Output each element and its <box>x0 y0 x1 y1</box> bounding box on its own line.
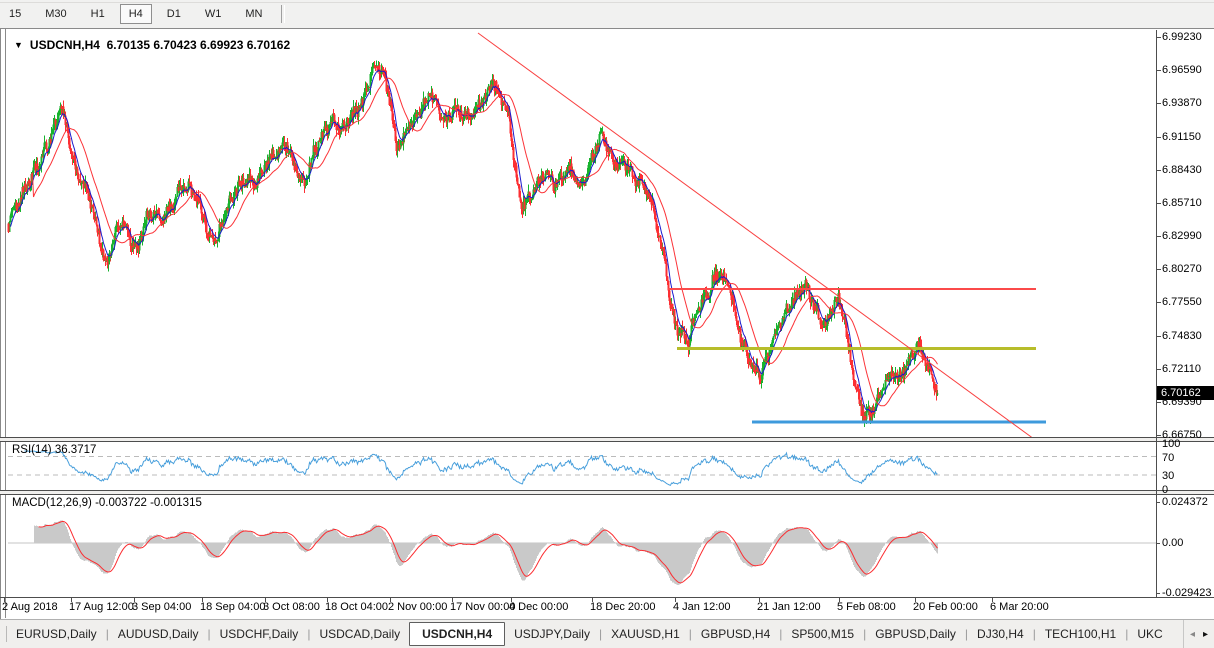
y-axis-tick <box>1156 435 1161 436</box>
y-axis-tick <box>1156 402 1161 403</box>
x-axis-tick <box>327 598 328 602</box>
x-axis-label: 18 Oct 04:00 <box>325 601 388 613</box>
x-axis-tick <box>4 598 5 602</box>
macd-panel-top-border <box>0 494 1214 495</box>
x-axis-label: 20 Feb 00:00 <box>913 601 978 613</box>
y-axis-label: 6.96590 <box>1162 64 1202 77</box>
x-axis-label: 2 Nov 00:00 <box>388 601 448 613</box>
y-axis-tick <box>1156 236 1161 237</box>
macd-scale-label: 0.00 <box>1162 537 1184 549</box>
x-axis-tick <box>592 598 593 602</box>
chart-dropdown-icon[interactable]: ▼ <box>14 40 23 50</box>
x-axis-label: 17 Aug 12:00 <box>69 601 134 613</box>
x-axis-label: 18 Dec 20:00 <box>590 601 656 613</box>
rsi-label: RSI(14) 36.3717 <box>12 444 97 456</box>
x-axis-tick <box>134 598 135 602</box>
y-axis-tick <box>1156 103 1161 104</box>
x-axis-label: 21 Jan 12:00 <box>757 601 821 613</box>
x-axis-tick <box>839 598 840 602</box>
x-axis-tick <box>675 598 676 602</box>
x-axis-label: 3 Sep 04:00 <box>132 601 192 613</box>
chart-canvas[interactable] <box>0 0 1214 647</box>
y-axis-label: 6.72110 <box>1162 362 1201 375</box>
macd-histogram <box>33 520 939 586</box>
rsi-line <box>24 450 938 486</box>
x-axis-tick <box>915 598 916 602</box>
y-axis-label: 6.80270 <box>1162 263 1202 276</box>
x-axis-tick <box>390 598 391 602</box>
x-axis-label: 5 Feb 08:00 <box>837 601 896 613</box>
y-axis-label: 6.88430 <box>1162 163 1202 176</box>
macd-scale-label: 0.024372 <box>1162 495 1208 508</box>
y-axis-label: 6.91150 <box>1162 130 1201 143</box>
descending-trendline[interactable] <box>477 32 1035 440</box>
rsi-scale-label: 100 <box>1162 438 1181 450</box>
macd-scale-label: -0.029423 <box>1162 587 1212 600</box>
y-axis-label: 6.82990 <box>1162 230 1202 242</box>
x-axis-label: 2 Aug 2018 <box>2 601 58 613</box>
x-axis-label: 17 Nov 00:00 <box>450 601 516 613</box>
macd-scale-tick <box>1156 543 1160 544</box>
rsi-scale-label: 0 <box>1162 483 1169 496</box>
ma-fast-line <box>10 69 938 414</box>
price-axis-line <box>1156 30 1157 597</box>
x-axis-label: 4 Dec 00:00 <box>509 601 569 613</box>
macd-panel-bottom-border <box>0 597 1214 598</box>
rsi-panel-top-border <box>0 441 1214 442</box>
chart-ohlc-values: 6.70135 6.70423 6.69923 6.70162 <box>106 38 291 52</box>
macd-scale-tick <box>1156 502 1160 503</box>
y-axis-label: 6.77550 <box>1162 296 1202 309</box>
x-axis-label: 3 Oct 08:00 <box>263 601 320 613</box>
y-axis-tick <box>1156 336 1161 337</box>
x-axis-tick <box>202 598 203 602</box>
x-axis-tick <box>992 598 993 602</box>
y-axis-tick <box>1156 70 1161 71</box>
macd-label: MACD(12,26,9) -0.003722 -0.001315 <box>12 497 202 509</box>
y-axis-label: 6.99230 <box>1162 31 1202 43</box>
y-axis-tick <box>1156 302 1161 303</box>
x-axis-tick <box>759 598 760 602</box>
ma-slow-line <box>16 77 938 407</box>
rsi-scale-label: 70 <box>1162 451 1175 464</box>
x-axis-tick <box>71 598 72 602</box>
y-axis-tick <box>1156 269 1161 270</box>
y-axis-label: 6.85710 <box>1162 196 1202 209</box>
rsi-scale-label: 30 <box>1162 469 1175 482</box>
x-axis-tick <box>452 598 453 602</box>
x-axis-tick <box>265 598 266 602</box>
macd-scale-tick <box>1156 593 1160 594</box>
y-axis-tick <box>1156 137 1161 138</box>
y-axis-label: 6.93870 <box>1162 97 1202 110</box>
x-axis-tick <box>511 598 512 602</box>
y-axis-tick <box>1156 170 1161 171</box>
y-axis-tick <box>1156 369 1161 370</box>
x-axis-label: 18 Sep 04:00 <box>200 601 266 613</box>
y-axis-tick <box>1156 37 1161 38</box>
x-axis-label: 4 Jan 12:00 <box>673 601 731 613</box>
chart-title: ▼ USDCNH,H4 6.70135 6.70423 6.69923 6.701… <box>14 38 290 52</box>
current-price-tag: 6.70162 <box>1157 386 1214 400</box>
y-axis-label: 6.74830 <box>1162 329 1202 342</box>
y-axis-tick <box>1156 203 1161 204</box>
chart-symbol-timeframe: USDCNH,H4 <box>29 38 100 52</box>
x-axis-label: 6 Mar 20:00 <box>990 601 1049 613</box>
